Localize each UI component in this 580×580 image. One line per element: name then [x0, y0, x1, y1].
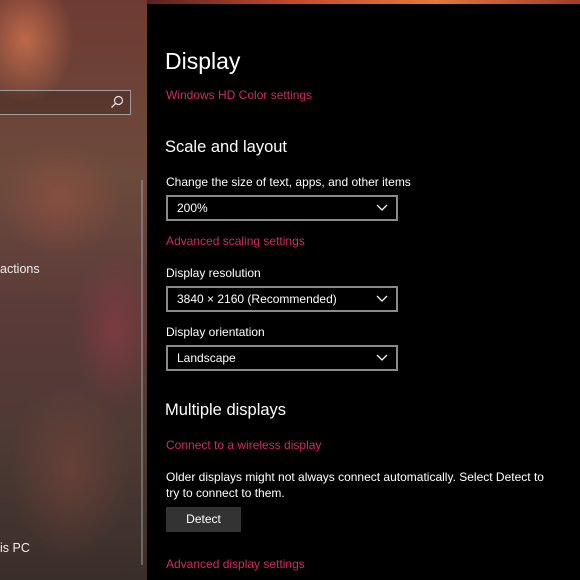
scale-layout-heading: Scale and layout [165, 138, 288, 156]
resolution-value: 3840 × 2160 (Recommended) [177, 292, 337, 306]
advanced-display-link[interactable]: Advanced display settings [166, 557, 305, 571]
detect-button[interactable]: Detect [166, 507, 241, 532]
orientation-value: Landscape [177, 351, 236, 365]
text-size-value: 200% [177, 201, 208, 215]
multiple-displays-heading: Multiple displays [165, 401, 287, 419]
windows-hd-color-link[interactable]: Windows HD Color settings [166, 88, 312, 102]
advanced-scaling-link[interactable]: Advanced scaling settings [166, 234, 305, 248]
page-title: Display [165, 48, 241, 74]
detect-description: Older displays might not always connect … [166, 470, 544, 500]
chevron-down-icon [376, 295, 388, 302]
search-input[interactable] [0, 90, 131, 115]
sidebar-item-about-pc[interactable]: is PC [0, 541, 30, 555]
sidebar-item-actions[interactable]: actions [0, 262, 40, 276]
wireless-display-link[interactable]: Connect to a wireless display [166, 438, 321, 452]
orientation-dropdown[interactable]: Landscape [166, 345, 398, 371]
resolution-label: Display resolution [166, 266, 261, 280]
chevron-down-icon [376, 354, 388, 361]
chevron-down-icon [376, 204, 388, 211]
search-icon[interactable] [110, 95, 124, 109]
settings-window: actions is PC Display Windows HD Color s… [0, 0, 580, 580]
main-content: Display Windows HD Color settings Scale … [147, 4, 580, 580]
sidebar-scrollbar[interactable] [141, 180, 143, 565]
text-size-dropdown[interactable]: 200% [166, 195, 398, 221]
resolution-dropdown[interactable]: 3840 × 2160 (Recommended) [166, 286, 398, 312]
sidebar: actions is PC [0, 0, 147, 580]
orientation-label: Display orientation [166, 325, 265, 339]
text-size-label: Change the size of text, apps, and other… [166, 175, 411, 189]
